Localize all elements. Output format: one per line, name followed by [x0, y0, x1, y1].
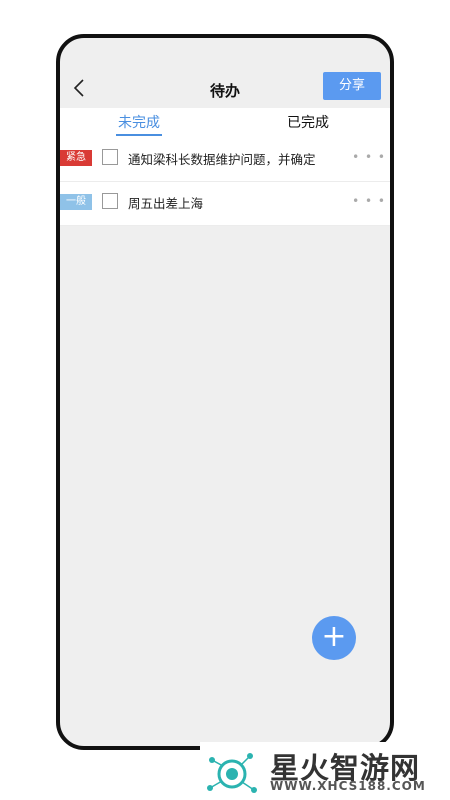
phone-frame: 待办 分享 未完成 已完成 紧急 通知梁科长数据维护问题，并确定 • • • 一… — [56, 34, 394, 750]
watermark-url: WWW.XHCS188.COM — [270, 779, 426, 793]
share-button[interactable]: 分享 — [323, 72, 381, 100]
task-text: 周五出差上海 — [128, 196, 204, 211]
plus-icon: + — [321, 619, 347, 654]
status-tabs: 未完成 已完成 — [60, 108, 390, 138]
task-checkbox[interactable] — [102, 193, 118, 209]
task-text: 通知梁科长数据维护问题，并确定 — [128, 152, 316, 167]
task-list: 紧急 通知梁科长数据维护问题，并确定 • • • 一般 周五出差上海 • • • — [60, 138, 390, 226]
more-icon[interactable]: • • • — [352, 150, 386, 164]
watermark-logo-icon — [207, 753, 257, 793]
task-row[interactable]: 紧急 通知梁科长数据维护问题，并确定 • • • — [60, 138, 390, 182]
tab-completed[interactable]: 已完成 — [287, 112, 329, 132]
tab-incomplete[interactable]: 未完成 — [118, 112, 160, 132]
add-task-button[interactable]: + — [312, 616, 356, 660]
watermark: 星火智游网 WWW.XHCS188.COM — [200, 742, 450, 800]
priority-badge: 一般 — [60, 194, 92, 210]
more-icon[interactable]: • • • — [352, 194, 386, 208]
priority-badge: 紧急 — [60, 150, 92, 166]
task-checkbox[interactable] — [102, 149, 118, 165]
active-tab-indicator — [116, 134, 162, 136]
task-row[interactable]: 一般 周五出差上海 • • • — [60, 182, 390, 226]
nav-bar: 待办 分享 — [60, 72, 390, 108]
